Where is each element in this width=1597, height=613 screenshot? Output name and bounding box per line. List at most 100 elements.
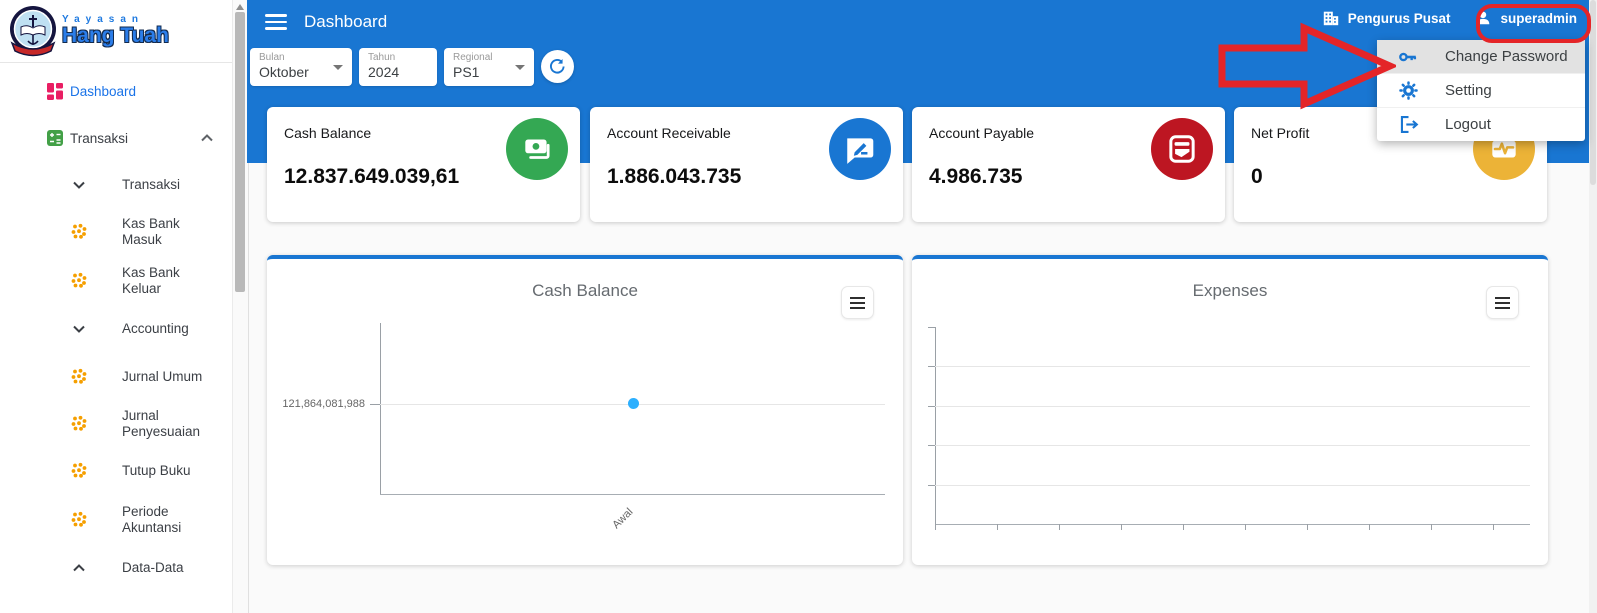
key-icon: [1397, 46, 1419, 68]
x-tick: [1369, 524, 1370, 530]
filter-bulan-select[interactable]: Bulan Oktober: [250, 48, 352, 86]
scrollbar-up-arrow-icon[interactable]: [236, 4, 244, 10]
sidebar-item-jurnal-umum[interactable]: Jurnal Umum: [0, 365, 232, 389]
x-tick: [1245, 524, 1246, 530]
chevron-down-icon: [333, 65, 343, 70]
refresh-button[interactable]: [541, 50, 574, 83]
sidebar-item-label: Jurnal Penyesuaian: [122, 408, 218, 440]
menu-item-label: Logout: [1445, 116, 1491, 133]
dashboard-icon: [46, 82, 64, 100]
logo-hang-tuah: Hang Tuah: [62, 25, 169, 47]
refresh-icon: [548, 57, 567, 76]
x-tick: [1059, 524, 1060, 530]
card-icon: [1151, 118, 1213, 180]
dots-icon: [70, 462, 88, 480]
y-tick-label: 121,864,081,988: [267, 398, 365, 410]
stat-value: 4.986.735: [929, 165, 1022, 189]
sidebar-item-dashboard[interactable]: Dashboard: [0, 79, 232, 103]
expenses-plot-area: [912, 259, 1548, 565]
chart-context-menu-button[interactable]: [841, 286, 874, 319]
annotation-box-superadmin: [1476, 4, 1591, 43]
sidebar-item-jurnal-penyesuaian[interactable]: Jurnal Penyesuaian: [0, 407, 232, 441]
dots-icon: [70, 223, 88, 241]
x-tick: [1121, 524, 1122, 530]
sidebar-item-label: Kas Bank Masuk: [122, 216, 218, 248]
y-tick: [928, 445, 935, 446]
chevron-up-icon: [198, 129, 216, 147]
chevron-up-icon: [70, 559, 88, 577]
y-tick: [370, 404, 380, 405]
chart-title: Cash Balance: [267, 281, 903, 301]
sidebar-item-kas-bank-keluar[interactable]: Kas Bank Keluar: [0, 264, 232, 298]
sidebar-item-data-data[interactable]: Data-Data: [0, 556, 232, 580]
x-tick: [935, 524, 936, 530]
sidebar-item-label: Dashboard: [70, 84, 136, 99]
filter-regional-label: Regional: [453, 52, 492, 63]
sidebar-item-kas-bank-masuk[interactable]: Kas Bank Masuk: [0, 215, 232, 249]
page-scrollbar[interactable]: [1589, 0, 1597, 613]
logo-text: Yayasan Hang Tuah: [62, 15, 169, 48]
menu-toggle-button[interactable]: [265, 14, 287, 31]
logo: Yayasan Hang Tuah: [0, 0, 232, 63]
y-tick: [928, 406, 935, 407]
stat-label: Account Payable: [929, 125, 1034, 141]
x-axis: [935, 524, 1530, 525]
gridline: [935, 366, 1530, 367]
sidebar-item-tutup-buku[interactable]: Tutup Buku: [0, 459, 232, 483]
x-category-label: Awal: [549, 506, 635, 592]
x-tick: [1307, 524, 1308, 530]
menu-item-setting[interactable]: Setting: [1377, 73, 1585, 107]
chevron-down-icon: [70, 176, 88, 194]
hang-tuah-crest-icon: [8, 5, 58, 57]
dots-icon: [70, 415, 88, 433]
stat-card-account-payable: Account Payable 4.986.735: [912, 107, 1225, 222]
stat-card-account-receivable: Account Receivable 1.886.043.735: [590, 107, 903, 222]
scrollbar-thumb[interactable]: [235, 12, 245, 292]
stat-value: 12.837.649.039,61: [284, 165, 459, 189]
filter-regional-select[interactable]: Regional PS1: [444, 48, 534, 86]
sidebar-item-label: Transaksi: [70, 131, 128, 146]
menu-item-change-password[interactable]: Change Password: [1377, 40, 1585, 73]
annotation-arrow-icon: [1218, 22, 1396, 110]
gridline: [935, 485, 1530, 486]
sidebar-item-label: Jurnal Umum: [122, 369, 218, 385]
gridline: [935, 406, 1530, 407]
stat-card-cash-balance: Cash Balance 12.837.649.039,61: [267, 107, 580, 222]
sidebar: Yayasan Hang Tuah Dashboard Transaksi: [0, 0, 232, 613]
dots-icon: [70, 272, 88, 290]
filter-bulan-value: Oktober: [259, 64, 309, 80]
chevron-down-icon: [515, 65, 525, 70]
menu-item-label: Setting: [1445, 82, 1492, 99]
x-tick: [1493, 524, 1494, 530]
sidebar-item-label: Data-Data: [122, 560, 218, 576]
x-tick: [997, 524, 998, 530]
app-window: Yayasan Hang Tuah Dashboard Transaksi: [0, 0, 1597, 613]
y-tick: [928, 366, 935, 367]
page-title: Dashboard: [304, 12, 387, 32]
gridline: [935, 445, 1530, 446]
y-axis: [935, 327, 936, 524]
filter-tahun-label: Tahun: [368, 52, 395, 63]
data-point[interactable]: [628, 398, 639, 409]
filter-regional-value: PS1: [453, 64, 479, 80]
x-tick: [1183, 524, 1184, 530]
dots-icon: [70, 511, 88, 529]
filter-bulan-label: Bulan: [259, 52, 285, 63]
sidebar-item-label: Accounting: [122, 321, 218, 337]
stat-value: 0: [1251, 165, 1263, 189]
x-axis: [380, 494, 885, 495]
chevron-down-icon: [70, 320, 88, 338]
menu-item-logout[interactable]: Logout: [1377, 107, 1585, 141]
sidebar-item-transaksi-sub[interactable]: Transaksi: [0, 173, 232, 197]
chart-card-cash-balance: Cash Balance 121,864,081,988 Awal: [267, 255, 903, 565]
x-tick: [1431, 524, 1432, 530]
sidebar-item-periode-akuntansi[interactable]: Periode Akuntansi: [0, 503, 232, 537]
banknotes-icon: [506, 118, 568, 180]
sidebar-item-transaksi[interactable]: Transaksi: [0, 126, 232, 150]
filter-tahun-input[interactable]: Tahun 2024: [359, 48, 437, 86]
y-tick: [928, 327, 935, 328]
sidebar-item-label: Transaksi: [122, 177, 218, 193]
sidebar-item-accounting[interactable]: Accounting: [0, 317, 232, 341]
calculator-icon: [46, 129, 64, 147]
review-icon: [829, 118, 891, 180]
